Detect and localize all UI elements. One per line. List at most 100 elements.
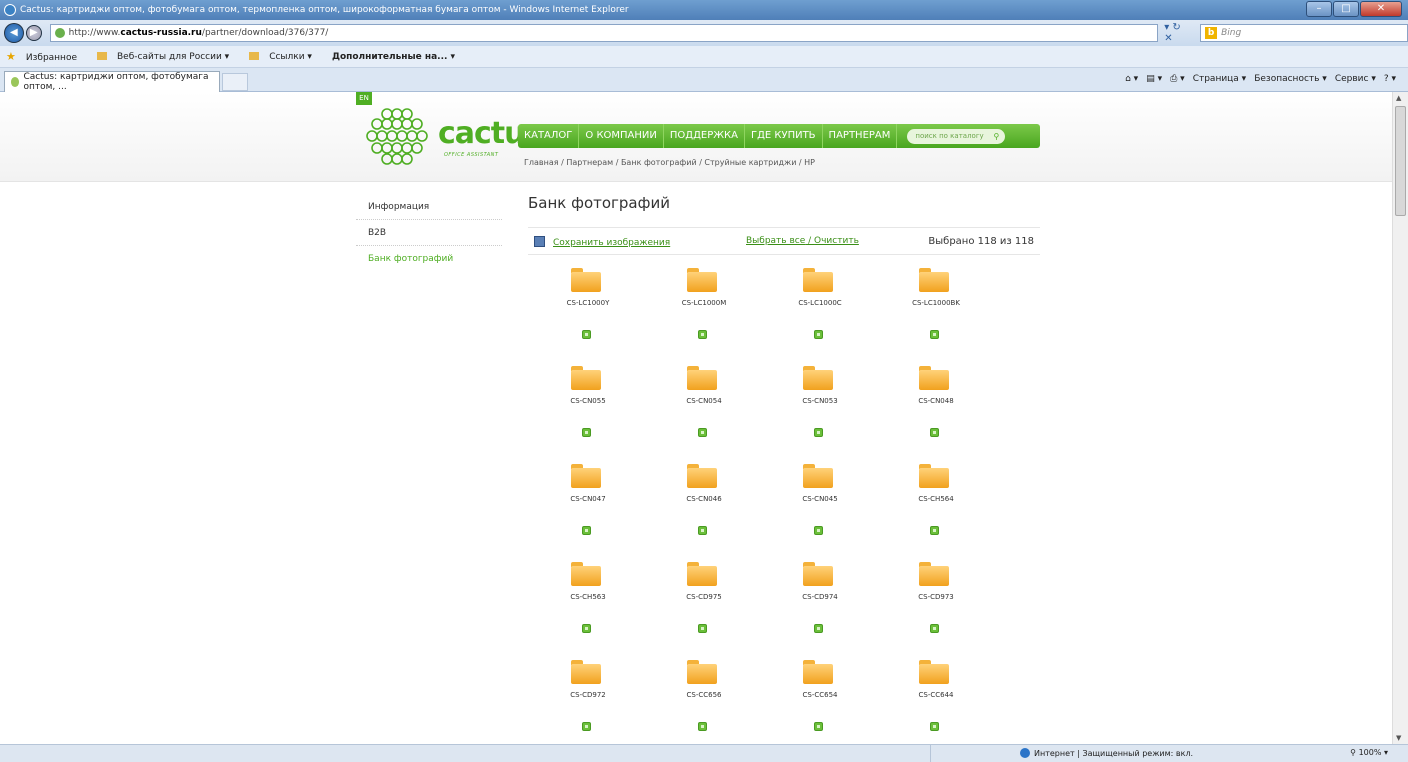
feeds-icon[interactable]: ▤ ▾ bbox=[1146, 74, 1162, 84]
new-tab-button[interactable] bbox=[222, 73, 248, 91]
folder-icon[interactable] bbox=[571, 366, 601, 390]
zoom-control[interactable]: ⚲ 100% ▾ bbox=[1350, 748, 1388, 757]
folder-icon[interactable] bbox=[803, 366, 833, 390]
url-input[interactable]: http://www. cactus-russia.ru/partner/down… bbox=[49, 24, 1159, 42]
folder-item[interactable]: CS-CD974 bbox=[762, 562, 878, 641]
catalog-search-input[interactable]: поиск по каталогу ⚲ bbox=[907, 128, 1006, 144]
select-checkbox[interactable] bbox=[698, 428, 707, 437]
help-icon[interactable]: ? ▾ bbox=[1384, 74, 1396, 84]
folder-icon[interactable] bbox=[919, 268, 949, 292]
sidebar-item-b2b[interactable]: B2B bbox=[356, 220, 502, 246]
forward-button[interactable]: ▶ bbox=[25, 25, 42, 41]
select-checkbox[interactable] bbox=[582, 624, 591, 633]
vertical-scrollbar[interactable]: ▲ ▼ bbox=[1392, 92, 1408, 744]
folder-icon[interactable] bbox=[571, 268, 601, 292]
home-icon[interactable]: ⌂ ▾ bbox=[1125, 74, 1138, 84]
language-switch[interactable]: EN bbox=[356, 92, 372, 105]
refresh-stop-icons[interactable]: ▾ ↻ ✕ bbox=[1164, 22, 1192, 44]
folder-icon[interactable] bbox=[571, 464, 601, 488]
folder-item[interactable]: CS-CN047 bbox=[530, 464, 646, 543]
site-logo[interactable]: cactus OFFICE ASSISTANT bbox=[362, 106, 542, 168]
select-checkbox[interactable] bbox=[814, 526, 823, 535]
favorites-button[interactable]: ★ Избранное bbox=[6, 50, 87, 63]
select-checkbox[interactable] bbox=[698, 722, 707, 731]
select-checkbox[interactable] bbox=[582, 428, 591, 437]
select-checkbox[interactable] bbox=[814, 722, 823, 731]
folder-icon[interactable] bbox=[687, 464, 717, 488]
tab-active[interactable]: Cactus: картриджи оптом, фотобумага опто… bbox=[4, 71, 220, 92]
folder-item[interactable]: CS-CC656 bbox=[646, 660, 762, 739]
select-checkbox[interactable] bbox=[930, 624, 939, 633]
folder-item[interactable]: CS-LC1000BK bbox=[878, 268, 994, 347]
select-checkbox[interactable] bbox=[698, 624, 707, 633]
folder-item[interactable]: CS-CH563 bbox=[530, 562, 646, 641]
folder-icon[interactable] bbox=[687, 562, 717, 586]
folder-item[interactable]: CS-CN046 bbox=[646, 464, 762, 543]
folder-icon[interactable] bbox=[571, 562, 601, 586]
folder-icon[interactable] bbox=[803, 562, 833, 586]
folder-icon[interactable] bbox=[803, 268, 833, 292]
folder-item[interactable]: CS-LC1000Y bbox=[530, 268, 646, 347]
breadcrumb[interactable]: Главная / Партнерам / Банк фотографий / … bbox=[524, 158, 815, 167]
nav-support[interactable]: ПОДДЕРЖКА bbox=[664, 124, 745, 148]
folder-item[interactable]: CS-CN053 bbox=[762, 366, 878, 445]
safety-menu[interactable]: Безопасность ▾ bbox=[1254, 74, 1327, 84]
back-button[interactable]: ◀ bbox=[4, 23, 24, 43]
folder-icon[interactable] bbox=[919, 562, 949, 586]
folder-item[interactable]: CS-CN048 bbox=[878, 366, 994, 445]
folder-icon[interactable] bbox=[687, 366, 717, 390]
scrollbar-thumb[interactable] bbox=[1395, 106, 1406, 216]
select-checkbox[interactable] bbox=[582, 526, 591, 535]
folder-icon[interactable] bbox=[919, 660, 949, 684]
folder-item[interactable]: CS-CD972 bbox=[530, 660, 646, 739]
select-checkbox[interactable] bbox=[698, 526, 707, 535]
folder-item[interactable]: CS-CN055 bbox=[530, 366, 646, 445]
folder-item[interactable]: CS-LC1000M bbox=[646, 268, 762, 347]
select-checkbox[interactable] bbox=[814, 624, 823, 633]
select-checkbox[interactable] bbox=[930, 526, 939, 535]
security-zone[interactable]: Интернет | Защищенный режим: вкл. bbox=[1020, 748, 1193, 758]
nav-about[interactable]: О КОМПАНИИ bbox=[579, 124, 664, 148]
select-checkbox[interactable] bbox=[698, 330, 707, 339]
folder-icon[interactable] bbox=[919, 366, 949, 390]
folder-icon[interactable] bbox=[919, 464, 949, 488]
scroll-up-icon[interactable]: ▲ bbox=[1396, 94, 1401, 102]
folder-icon[interactable] bbox=[803, 660, 833, 684]
save-images-link[interactable]: Сохранить изображения bbox=[534, 236, 670, 248]
nav-catalog[interactable]: КАТАЛОГ bbox=[518, 124, 580, 148]
favorites-item-more[interactable]: Дополнительные на... ▾ bbox=[332, 52, 465, 62]
sidebar-item-info[interactable]: Информация bbox=[356, 194, 502, 220]
select-checkbox[interactable] bbox=[930, 722, 939, 731]
folder-item[interactable]: CS-LC1000C bbox=[762, 268, 878, 347]
favorites-item-links[interactable]: Ссылки ▾ bbox=[249, 51, 322, 62]
nav-where-to-buy[interactable]: ГДЕ КУПИТЬ bbox=[745, 124, 823, 148]
select-checkbox[interactable] bbox=[582, 722, 591, 731]
folder-item[interactable]: CS-CH564 bbox=[878, 464, 994, 543]
folder-icon[interactable] bbox=[571, 660, 601, 684]
search-icon[interactable]: ⚲ bbox=[994, 129, 1000, 144]
search-input[interactable]: b Bing bbox=[1200, 24, 1408, 42]
select-checkbox[interactable] bbox=[930, 428, 939, 437]
nav-partners[interactable]: ПАРТНЕРАМ bbox=[823, 124, 898, 148]
folder-item[interactable]: CS-CC644 bbox=[878, 660, 994, 739]
print-icon[interactable]: ⎙ ▾ bbox=[1170, 74, 1185, 84]
scroll-down-icon[interactable]: ▼ bbox=[1396, 734, 1401, 742]
folder-item[interactable]: CS-CN045 bbox=[762, 464, 878, 543]
folder-item[interactable]: CS-CD973 bbox=[878, 562, 994, 641]
select-checkbox[interactable] bbox=[814, 330, 823, 339]
sidebar-item-photobank[interactable]: Банк фотографий bbox=[356, 246, 502, 272]
page-menu[interactable]: Страница ▾ bbox=[1193, 74, 1247, 84]
favorites-item-websites[interactable]: Веб-сайты для России ▾ bbox=[96, 51, 239, 62]
select-all-link[interactable]: Выбрать все bbox=[746, 236, 805, 246]
maximize-button[interactable]: □ bbox=[1333, 1, 1359, 17]
folder-item[interactable]: CS-CN054 bbox=[646, 366, 762, 445]
minimize-button[interactable]: – bbox=[1306, 1, 1332, 17]
folder-icon[interactable] bbox=[687, 268, 717, 292]
tools-menu[interactable]: Сервис ▾ bbox=[1335, 74, 1376, 84]
select-checkbox[interactable] bbox=[582, 330, 591, 339]
folder-icon[interactable] bbox=[687, 660, 717, 684]
folder-item[interactable]: CS-CC654 bbox=[762, 660, 878, 739]
select-checkbox[interactable] bbox=[930, 330, 939, 339]
close-button[interactable]: ✕ bbox=[1360, 1, 1402, 17]
select-checkbox[interactable] bbox=[814, 428, 823, 437]
